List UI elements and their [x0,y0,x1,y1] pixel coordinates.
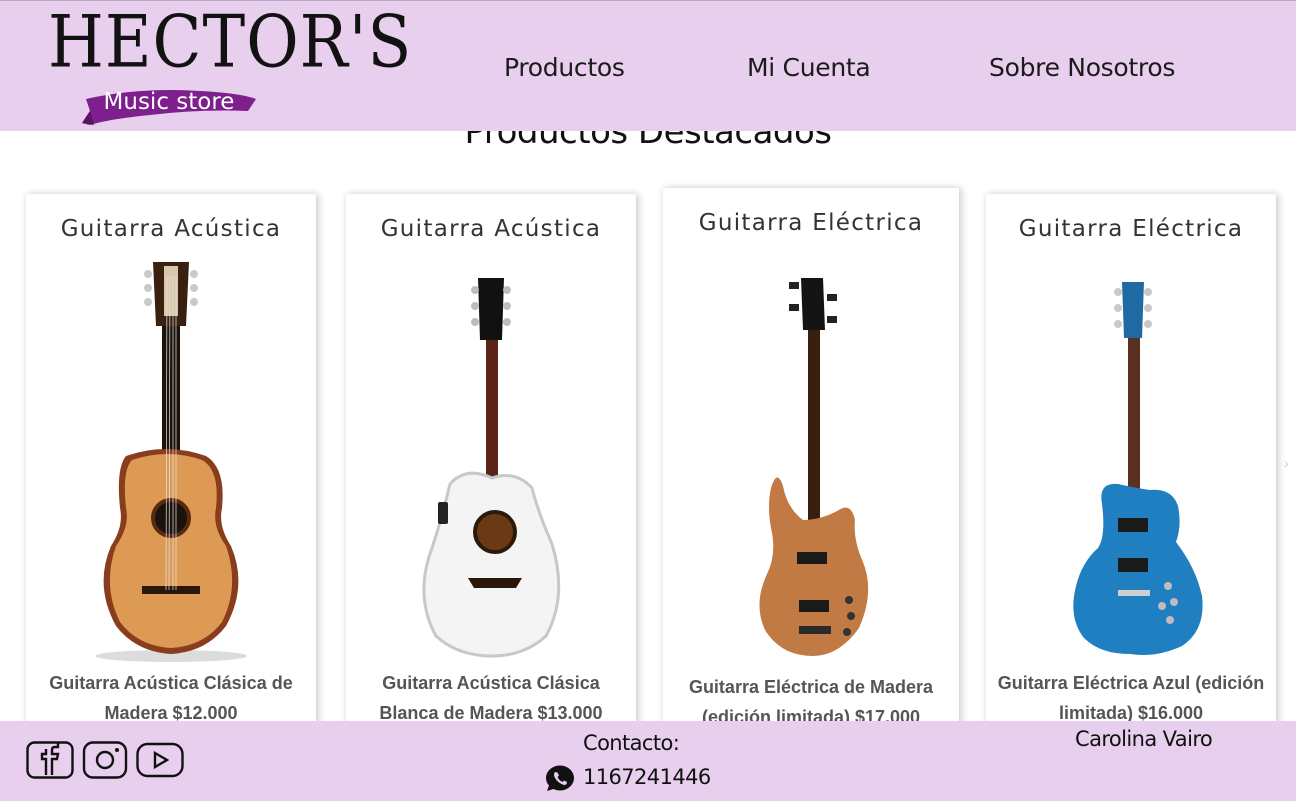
logo-ribbon: Music store [80,85,258,129]
product-card-4[interactable]: Guitarra Eléctrica Guitarra Eléctrica Az… [986,194,1276,754]
product-category: Guitarra Eléctrica [1018,216,1244,242]
product-category: Guitarra Acústica [60,216,282,242]
product-category: Guitarra Eléctrica [698,210,924,236]
logo-subtitle: Music store [103,89,235,115]
product-card-2[interactable]: Guitarra Acústica Guitarra Acústica Clás… [346,194,636,754]
product-description: Guitarra Acústica Clásica de Madera $12.… [49,673,293,723]
logo-title: HECTOR'S [48,1,413,85]
facebook-icon[interactable] [26,741,74,779]
product-card-1[interactable]: Guitarra Acústica Guitarra Acústica Clás… [26,194,316,754]
product-description: Guitarra Eléctrica Azul (edición limitad… [997,673,1265,723]
blue-electric-guitar-image[interactable] [986,256,1276,664]
phone-number: 1167241446 [583,765,711,789]
classical-acoustic-guitar-image[interactable] [26,256,316,664]
carousel-next-icon[interactable]: › [1284,455,1289,471]
white-acoustic-guitar-image[interactable] [346,256,636,664]
instagram-icon[interactable] [82,741,130,779]
product-description: Guitarra Acústica Clásica Blanca de Made… [379,673,603,723]
site-header: HECTOR'S Music store Productos Mi Cuenta… [0,0,1296,131]
author-credit: Carolina Vairo [1075,727,1213,751]
nav-productos[interactable]: Productos [504,53,625,82]
product-card-3[interactable]: Guitarra Eléctrica Guitarra Eléctrica de… [663,188,959,754]
natural-wood-electric-bass-image[interactable] [663,258,959,666]
nav-mi-cuenta[interactable]: Mi Cuenta [747,53,871,82]
site-logo[interactable]: HECTOR'S Music store [44,7,411,129]
youtube-icon[interactable] [136,741,184,779]
site-footer: Contacto: 1167241446 Carolina Vairo [0,721,1296,801]
nav-sobre-nosotros[interactable]: Sobre Nosotros [989,53,1175,82]
product-category: Guitarra Acústica [380,216,602,242]
contact-label: Contacto: [583,731,680,755]
whatsapp-icon [546,765,574,791]
